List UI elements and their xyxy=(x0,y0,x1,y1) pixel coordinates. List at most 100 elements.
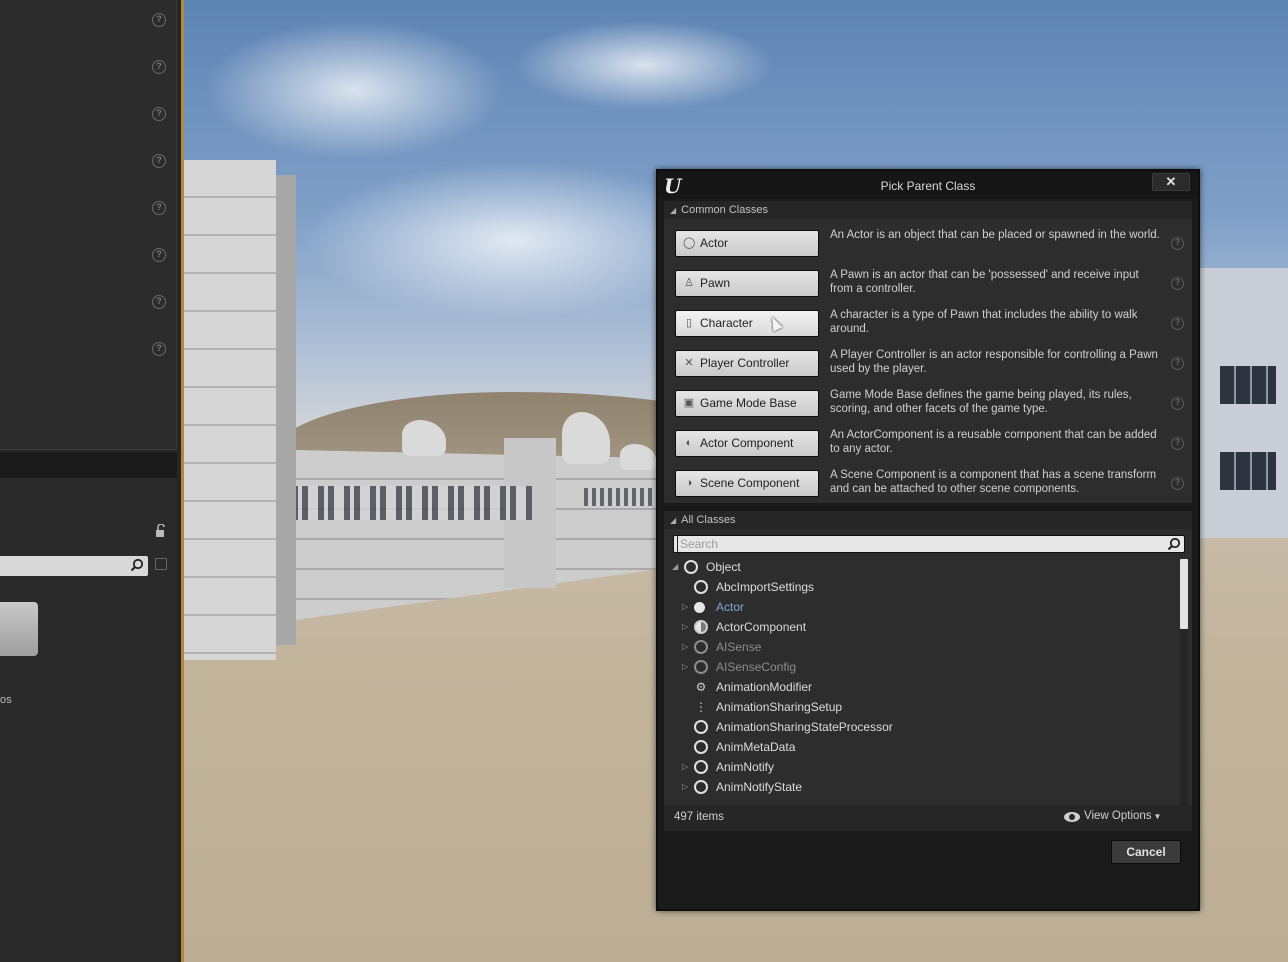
class-button-pawn[interactable]: ♙ Pawn xyxy=(675,270,819,297)
tree-scrollbar[interactable] xyxy=(1180,559,1188,805)
lock-icon[interactable] xyxy=(154,523,168,538)
class-button-scene-component[interactable]: ◑ Scene Component xyxy=(675,470,819,497)
help-icon[interactable]: ? xyxy=(152,154,166,168)
class-description: An Actor is an object that can be placed… xyxy=(830,229,1160,241)
class-description: A Scene Component is a component that ha… xyxy=(830,469,1157,495)
class-button-label: Actor xyxy=(700,236,729,250)
class-button-label: Pawn xyxy=(700,276,731,290)
collapse-arrow-icon: ◢ xyxy=(670,516,677,525)
tree-item[interactable]: ▷ AnimNotify xyxy=(668,757,1168,777)
window xyxy=(1220,452,1276,490)
tree-item[interactable]: ▷ Actor xyxy=(668,597,1168,617)
help-icon[interactable]: ? xyxy=(152,295,166,309)
expand-arrow-icon[interactable]: ▷ xyxy=(682,657,690,677)
class-button-character[interactable]: ▯ Character xyxy=(675,310,819,337)
view-options-button[interactable]: View Options ▼ xyxy=(1064,810,1161,822)
help-icon[interactable]: ? xyxy=(152,248,166,262)
cancel-button[interactable]: Cancel xyxy=(1111,840,1181,864)
class-icon xyxy=(694,660,708,674)
close-button[interactable]: ✕ xyxy=(1152,173,1190,191)
class-icon xyxy=(694,580,708,594)
help-icon[interactable]: ? xyxy=(152,201,166,215)
tree-item[interactable]: AnimMetaData xyxy=(668,737,1168,757)
collapse-arrow-icon: ◢ xyxy=(670,206,677,215)
class-search-box[interactable] xyxy=(673,535,1185,553)
tree-item-label: Object xyxy=(706,560,741,574)
all-classes-section: ◢All Classes ◢ Object AbcImportSettings ▷ Ac… xyxy=(664,511,1192,831)
class-button-player-controller[interactable]: ✕ Player Controller xyxy=(675,350,819,377)
help-icon[interactable]: ? xyxy=(1171,237,1184,250)
tree-item-label: AnimNotify xyxy=(716,760,775,774)
help-icon[interactable]: ? xyxy=(1171,397,1184,410)
help-icon[interactable]: ? xyxy=(1171,477,1184,490)
tree-item[interactable]: ⋮ AnimationSharingSetup xyxy=(668,697,1168,717)
class-button-label: Player Controller xyxy=(700,356,790,370)
building xyxy=(1200,268,1288,538)
expand-arrow-icon[interactable]: ▷ xyxy=(682,757,690,777)
actor-component-icon: ◐ xyxy=(685,437,693,449)
class-icon xyxy=(684,560,698,574)
help-icon[interactable]: ? xyxy=(152,107,166,121)
class-button-label: Character xyxy=(700,316,753,330)
wall-ornament xyxy=(292,486,532,520)
class-search-input[interactable] xyxy=(677,536,1157,552)
help-icon[interactable]: ? xyxy=(1171,357,1184,370)
cloud xyxy=(514,20,774,110)
common-class-row: ✕ Player Controller A Player Controller is… xyxy=(664,343,1192,383)
class-button-label: Actor Component xyxy=(700,436,794,450)
help-icon[interactable]: ? xyxy=(1171,317,1184,330)
class-button-actor[interactable]: ◯ Actor xyxy=(675,230,819,257)
save-icon[interactable] xyxy=(155,558,167,570)
tree-item[interactable]: ▷ ActorComponent xyxy=(668,617,1168,637)
expand-arrow-icon[interactable]: ▷ xyxy=(682,777,690,797)
help-icon[interactable]: ? xyxy=(1171,437,1184,450)
tree-item-label: AnimationSharingStateProcessor xyxy=(716,720,893,734)
class-description: Game Mode Base defines the game being pl… xyxy=(830,389,1132,415)
class-description: A Pawn is an actor that can be 'possesse… xyxy=(830,269,1139,295)
class-icon xyxy=(694,740,708,754)
scrollbar-thumb[interactable] xyxy=(1180,559,1188,629)
common-classes-header[interactable]: ◢ Common Classes xyxy=(664,201,1192,219)
common-classes-section: ◢ Common Classes ◯ Actor An Actor is an obj… xyxy=(664,201,1192,503)
tree-item-label: AnimationModifier xyxy=(716,680,813,694)
class-button-label: Scene Component xyxy=(700,476,800,490)
class-button-game-mode-base[interactable]: ▣ Game Mode Base xyxy=(675,390,819,417)
tree-item-label: AbcImportSettings xyxy=(716,580,815,594)
class-button-actor-component[interactable]: ◐ Actor Component xyxy=(675,430,819,457)
expand-arrow-icon[interactable]: ▷ xyxy=(682,637,690,657)
expand-arrow-icon[interactable]: ▷ xyxy=(682,617,690,637)
common-class-row: ◑ Scene Component A Scene Component is a c… xyxy=(664,463,1192,503)
game-mode-icon: ▣ xyxy=(683,397,695,409)
tree-item[interactable]: ⚙ AnimationModifier xyxy=(668,677,1168,697)
panel-tab-bar xyxy=(0,452,177,478)
class-button-label: Game Mode Base xyxy=(700,396,797,410)
help-icon[interactable]: ? xyxy=(152,60,166,74)
player-controller-icon: ✕ xyxy=(684,357,694,369)
help-icon[interactable]: ? xyxy=(152,342,166,356)
animation-modifier-icon: ⚙ xyxy=(695,680,707,694)
tree-item[interactable]: AbcImportSettings xyxy=(668,577,1168,597)
asset-thumbnail[interactable] xyxy=(0,602,38,656)
tree-item[interactable]: ▷ AISense xyxy=(668,637,1168,657)
common-class-row: ▣ Game Mode Base Game Mode Base defines th… xyxy=(664,383,1192,423)
dialog-title-bar[interactable]: U Pick Parent Class ✕ xyxy=(658,171,1198,199)
content-search-input[interactable] xyxy=(0,556,148,576)
help-icon[interactable]: ? xyxy=(1171,277,1184,290)
all-classes-header[interactable]: ◢ All Classes xyxy=(664,511,1192,529)
wall-ornament xyxy=(584,488,654,506)
expand-arrow-icon[interactable]: ◢ xyxy=(672,557,680,577)
class-icon xyxy=(694,720,708,734)
expand-arrow-icon[interactable]: ▷ xyxy=(682,597,690,617)
tree-item[interactable]: ▷ AISenseConfig xyxy=(668,657,1168,677)
stone-pillar xyxy=(184,160,276,660)
tree-item-label: Actor xyxy=(716,600,745,614)
class-description: An ActorComponent is a reusable componen… xyxy=(830,429,1157,455)
item-count: 497 items xyxy=(674,811,724,823)
tree-item[interactable]: ▷ AnimNotifyState xyxy=(668,777,1168,797)
details-section: ? ? ? ? ? ? ? ? xyxy=(0,0,177,450)
tree-item[interactable]: AnimationSharingStateProcessor xyxy=(668,717,1168,737)
tree-item[interactable]: ◢ Object xyxy=(668,557,1168,577)
character-icon: ▯ xyxy=(685,317,693,329)
actor-icon: ◯ xyxy=(683,237,696,249)
help-icon[interactable]: ? xyxy=(152,13,166,27)
